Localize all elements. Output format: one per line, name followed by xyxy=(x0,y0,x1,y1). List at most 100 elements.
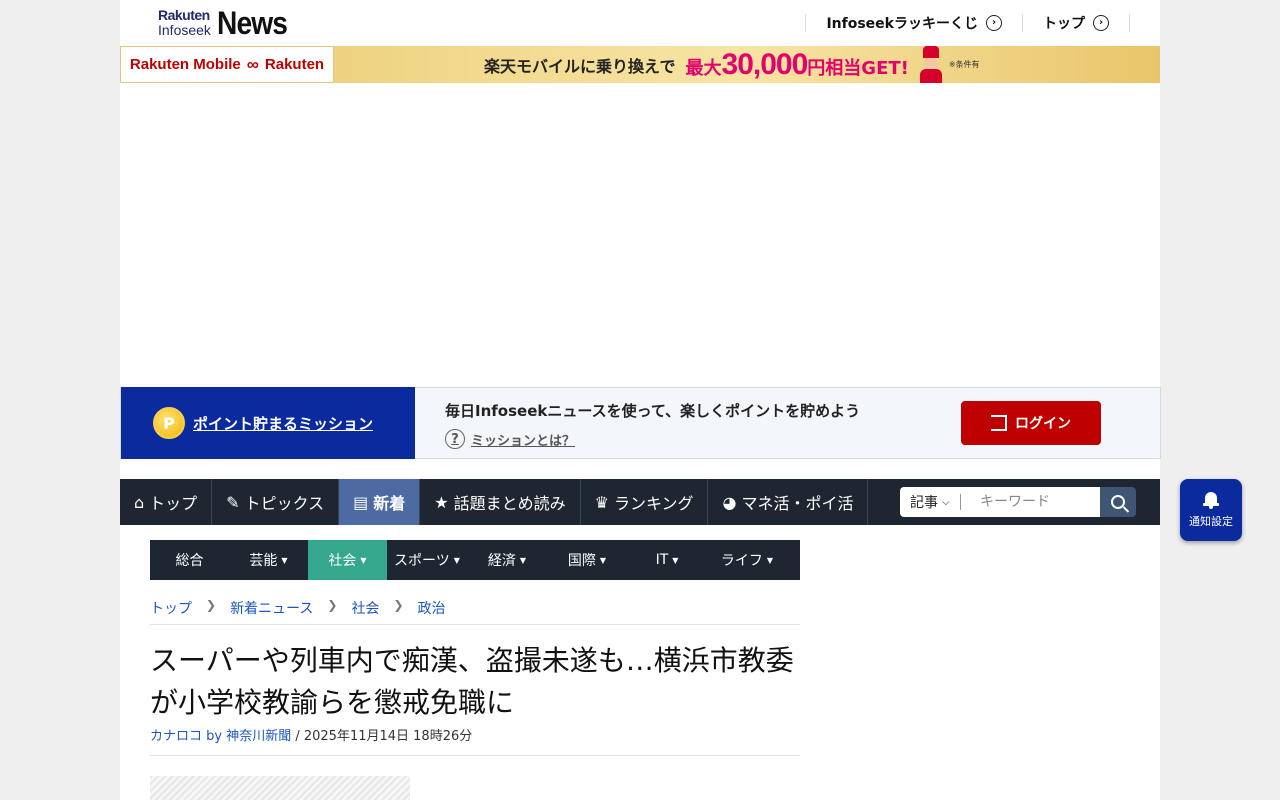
nav-item-money[interactable]: ◕ マネ活・ポイ活 xyxy=(708,479,869,525)
nav-item-digest[interactable]: ★ 話題まとめ読み xyxy=(420,479,581,525)
logo-infoseek-text: Infoseek xyxy=(158,22,211,38)
category-entertainment[interactable]: 芸能 ▼ xyxy=(229,540,308,580)
category-it[interactable]: IT ▼ xyxy=(627,540,707,580)
category-society[interactable]: 社会 ▼ xyxy=(308,540,387,580)
article-byline: カナロコ by 神奈川新聞 / 2025年11月14日 18時26分 xyxy=(150,725,800,756)
nav-item-ranking[interactable]: ♛ ランキング xyxy=(581,479,709,525)
category-general[interactable]: 総合 xyxy=(150,540,229,580)
category-label: 芸能 xyxy=(249,553,278,569)
logo-rakuten-text: Rakuten xyxy=(158,7,210,23)
question-circle-icon: ? xyxy=(445,429,465,449)
document-icon: ▤ xyxy=(353,492,369,512)
divider xyxy=(959,494,961,510)
site-header: Rakuten Infoseek News Infoseekラッキーくじ › ト… xyxy=(120,0,1160,46)
nav-item-top[interactable]: ⌂ トップ xyxy=(120,479,213,525)
breadcrumb: トップ ❯ 新着ニュース ❯ 社会 ❯ 政治 xyxy=(150,598,800,625)
rakuten-mobile-ad-banner[interactable]: Rakuten Mobile ∞ Rakuten 楽天モバイルに乗り換えで 最大… xyxy=(120,46,1160,83)
nav-item-label: 新着 xyxy=(373,494,406,513)
login-icon xyxy=(991,415,1007,431)
infoseek-news-logo[interactable]: Rakuten Infoseek News xyxy=(158,4,297,41)
rakuten-mobile-brand: Rakuten Mobile ∞ Rakuten xyxy=(120,46,334,83)
banner-copy: 楽天モバイルに乗り換えで xyxy=(484,56,676,76)
chevron-right-icon: ❯ xyxy=(393,598,404,612)
caret-down-icon: ▼ xyxy=(519,555,527,565)
nav-item-topics[interactable]: ✎ トピックス xyxy=(212,479,340,525)
notification-settings-label: 通知設定 xyxy=(1189,515,1233,528)
caret-down-icon: ▼ xyxy=(672,555,679,565)
home-icon: ⌂ xyxy=(134,492,145,512)
chevron-right-circle-icon: › xyxy=(1093,15,1109,31)
category-nav: 総合 芸能 ▼ 社会 ▼ スポーツ ▼ 経済 ▼ 国際 ▼ IT ▼ ライフ ▼ xyxy=(150,540,800,580)
crown-icon: ♛ xyxy=(594,492,609,512)
mascot-figure-icon xyxy=(915,46,945,83)
search-scope-value: 記事 xyxy=(910,495,938,511)
login-label: ログイン xyxy=(1015,416,1071,432)
page: Rakuten Infoseek News Infoseekラッキーくじ › ト… xyxy=(120,0,1161,800)
nav-item-label: マネ活・ポイ活 xyxy=(741,494,854,513)
money-bag-icon: ◕ xyxy=(722,492,737,512)
banner-note: ※条件有 xyxy=(948,60,980,69)
category-label: 総合 xyxy=(175,553,204,569)
search-scope-select[interactable]: 記事 ⌵ xyxy=(900,487,966,517)
banner-offer: 最大30,000円相当GET! xyxy=(686,48,909,82)
category-label: 社会 xyxy=(328,553,357,569)
breadcrumb-latest[interactable]: 新着ニュース xyxy=(230,598,313,618)
caret-down-icon: ▼ xyxy=(360,555,367,565)
mission-help-label: ミッションとは？ xyxy=(471,433,576,449)
mission-info: 毎日Infoseekニュースを使って、楽しくポイントを貯めよう ? ミッションと… xyxy=(445,400,860,449)
top-link[interactable]: トップ › xyxy=(1023,14,1130,32)
category-label: スポーツ xyxy=(394,553,450,569)
search-input[interactable] xyxy=(966,487,1100,517)
top-link-label: トップ xyxy=(1043,16,1085,32)
nav-item-label: トップ xyxy=(149,494,198,513)
login-button[interactable]: ログイン xyxy=(961,401,1101,445)
point-mission-bar: P ポイント貯まるミッション 毎日Infoseekニュースを使って、楽しくポイン… xyxy=(120,387,1161,459)
mission-help-link[interactable]: ? ミッションとは？ xyxy=(445,429,860,449)
category-label: ライフ xyxy=(720,553,763,569)
star-icon: ★ xyxy=(434,492,449,512)
chevron-right-icon: ❯ xyxy=(206,598,217,612)
category-economy[interactable]: 経済 ▼ xyxy=(467,540,547,580)
nav-item-label: 話題まとめ読み xyxy=(453,494,566,513)
mission-panel: P ポイント貯まるミッション xyxy=(121,387,415,459)
search-button[interactable] xyxy=(1100,487,1136,517)
category-sports[interactable]: スポーツ ▼ xyxy=(387,540,467,580)
category-label: IT xyxy=(655,552,669,568)
point-mission-link[interactable]: ポイント貯まるミッション xyxy=(193,413,373,434)
lucky-kuji-link[interactable]: Infoseekラッキーくじ › xyxy=(806,14,1023,32)
notification-settings-button[interactable]: 通知設定 xyxy=(1180,479,1242,541)
brand-rakuten: Rakuten xyxy=(264,56,325,73)
breadcrumb-society[interactable]: 社会 xyxy=(351,598,379,618)
lucky-kuji-label: Infoseekラッキーくじ xyxy=(826,16,978,32)
category-world[interactable]: 国際 ▼ xyxy=(547,540,627,580)
header-links: Infoseekラッキーくじ › トップ › xyxy=(805,14,1130,32)
search-icon xyxy=(1111,495,1125,509)
mission-headline: 毎日Infoseekニュースを使って、楽しくポイントを貯めよう xyxy=(445,402,861,420)
pencil-icon: ✎ xyxy=(226,492,240,512)
banner-amount: 30,000 xyxy=(721,47,809,81)
category-life[interactable]: ライフ ▼ xyxy=(707,540,787,580)
brand-rakuten-mobile: Rakuten Mobile xyxy=(129,56,241,73)
breadcrumb-politics[interactable]: 政治 xyxy=(418,598,446,618)
point-coin-icon: P xyxy=(153,407,185,439)
article-title: スーパーや列車内で痴漢、盗撮未遂も…横浜市教委が小学校教諭らを懲戒免職に xyxy=(150,644,794,719)
banner-prefix: 最大 xyxy=(685,57,722,79)
logo-news-text: News xyxy=(216,4,288,41)
caret-down-icon: ▼ xyxy=(766,555,774,565)
nav-item-label: トピックス xyxy=(244,494,325,513)
main-nav: ⌂ トップ ✎ トピックス ▤ 新着 ★ 話題まとめ読み ♛ ランキング ◕ マ… xyxy=(120,479,1160,525)
category-label: 国際 xyxy=(567,553,596,569)
search-bar: 記事 ⌵ xyxy=(900,487,1136,517)
breadcrumb-top[interactable]: トップ xyxy=(150,598,192,618)
nav-item-latest[interactable]: ▤ 新着 xyxy=(339,479,421,525)
chevron-right-icon: ❯ xyxy=(327,598,338,612)
category-label: 経済 xyxy=(487,553,516,569)
article-image-placeholder xyxy=(150,776,410,800)
chevron-down-icon: ⌵ xyxy=(942,496,950,508)
article-source-link[interactable]: カナロコ by 神奈川新聞 xyxy=(150,729,291,744)
article-date: / 2025年11月14日 18時26分 xyxy=(291,729,473,744)
bell-icon xyxy=(1203,491,1219,509)
infinity-icon: ∞ xyxy=(246,54,259,74)
caret-down-icon: ▼ xyxy=(453,555,460,565)
chevron-right-circle-icon: › xyxy=(986,15,1002,31)
